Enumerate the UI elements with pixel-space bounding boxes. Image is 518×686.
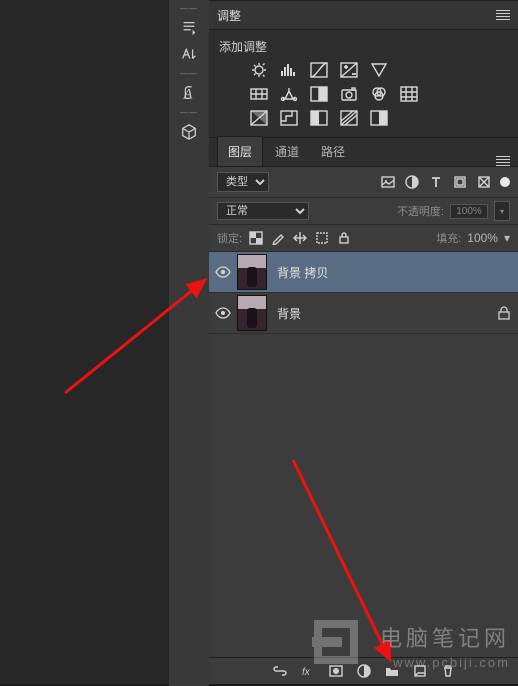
curves-icon[interactable]	[309, 61, 329, 79]
filter-smart-icon[interactable]	[476, 174, 492, 190]
layer-style-icon[interactable]: fx	[300, 663, 316, 679]
brightness-contrast-icon[interactable]	[249, 61, 269, 79]
visibility-eye-icon[interactable]	[209, 307, 237, 319]
filter-toggle-icon[interactable]	[500, 177, 510, 187]
delete-layer-icon[interactable]	[440, 663, 456, 679]
visibility-eye-icon[interactable]	[209, 266, 237, 278]
filter-shape-icon[interactable]	[452, 174, 468, 190]
glyph-panel-icon[interactable]: A	[174, 80, 204, 106]
adjustments-title: 调整	[217, 7, 241, 24]
canvas-area	[0, 0, 169, 684]
selective-color-icon[interactable]	[369, 109, 389, 127]
new-adjustment-layer-icon[interactable]	[356, 663, 372, 679]
lock-fill-row: 锁定: 填充: 100% ▾	[209, 225, 518, 252]
photo-filter-icon[interactable]	[339, 85, 359, 103]
filter-type-icon[interactable]	[428, 174, 444, 190]
black-white-icon[interactable]	[309, 85, 329, 103]
hue-saturation-icon[interactable]	[249, 85, 269, 103]
lock-pixels-icon[interactable]	[270, 230, 286, 246]
svg-text:A: A	[183, 86, 193, 102]
new-group-icon[interactable]	[384, 663, 400, 679]
vibrance-icon[interactable]	[369, 61, 389, 79]
fill-value[interactable]: 100%	[467, 231, 498, 245]
blend-opacity-row: 正常 不透明度: 100% ▾	[209, 198, 518, 225]
lock-position-icon[interactable]	[292, 230, 308, 246]
posterize-icon[interactable]	[279, 109, 299, 127]
gradient-map-icon[interactable]	[339, 109, 359, 127]
layer-row[interactable]: 背景 拷贝	[209, 252, 518, 293]
filter-image-icon[interactable]	[380, 174, 396, 190]
layer-mask-icon[interactable]	[328, 663, 344, 679]
exposure-icon[interactable]	[339, 61, 359, 79]
layers-bottom-bar: fx	[209, 657, 518, 684]
levels-icon[interactable]	[279, 61, 299, 79]
cube-3d-icon[interactable]	[174, 119, 204, 145]
new-layer-icon[interactable]	[412, 663, 428, 679]
mini-toolstrip: —— —— A ——	[169, 0, 209, 686]
add-adjustment-label: 添加调整	[219, 38, 508, 55]
lock-transparency-icon[interactable]	[248, 230, 264, 246]
layer-filter-type-select[interactable]: 类型	[217, 172, 269, 192]
channel-mixer-icon[interactable]	[369, 85, 389, 103]
layer-row[interactable]: 背景	[209, 293, 518, 334]
lock-artboard-icon[interactable]	[314, 230, 330, 246]
paragraph-panel-icon[interactable]	[174, 15, 204, 41]
invert-icon[interactable]	[249, 109, 269, 127]
layers-panel-menu-icon[interactable]	[496, 156, 510, 166]
tab-layers[interactable]: 图层	[217, 136, 263, 166]
lock-all-icon[interactable]	[336, 230, 352, 246]
lock-label: 锁定:	[217, 230, 242, 246]
panel-menu-icon[interactable]	[496, 10, 510, 20]
layers-panel-tabs: 图层 通道 路径	[209, 138, 518, 167]
adjustments-body: 添加调整	[209, 30, 518, 138]
svg-text:fx: fx	[302, 667, 311, 678]
link-layers-icon[interactable]	[272, 663, 288, 679]
fill-dropdown-icon[interactable]: ▾	[504, 231, 510, 245]
layer-filter-row: 类型	[209, 167, 518, 198]
tab-channels[interactable]: 通道	[265, 137, 309, 166]
right-panels: 调整 添加调整	[209, 0, 518, 684]
layer-name[interactable]: 背景 拷贝	[277, 264, 518, 281]
layer-thumbnail[interactable]	[237, 254, 267, 290]
opacity-value[interactable]: 100%	[450, 204, 488, 219]
filter-adjust-icon[interactable]	[404, 174, 420, 190]
opacity-label: 不透明度:	[397, 203, 444, 219]
toolstrip-group-label-2: ——	[180, 69, 198, 78]
character-panel-icon[interactable]	[174, 41, 204, 67]
color-balance-icon[interactable]	[279, 85, 299, 103]
threshold-icon[interactable]	[309, 109, 329, 127]
blend-mode-select[interactable]: 正常	[217, 202, 309, 220]
fill-label: 填充:	[436, 230, 461, 246]
adjustment-icons-grid	[219, 61, 508, 127]
tab-paths[interactable]: 路径	[311, 137, 355, 166]
watermark-logo-icon	[314, 620, 358, 664]
opacity-dropdown-icon[interactable]: ▾	[494, 201, 510, 221]
layer-thumbnail[interactable]	[237, 295, 267, 331]
layers-list: 背景 拷贝 背景	[209, 252, 518, 657]
layer-lock-icon	[490, 306, 518, 320]
toolstrip-group-label: ——	[180, 4, 198, 13]
color-lookup-icon[interactable]	[399, 85, 419, 103]
adjustments-panel-header: 调整	[209, 0, 518, 30]
layer-name[interactable]: 背景	[277, 305, 490, 322]
toolstrip-group-label-3: ——	[180, 108, 198, 117]
